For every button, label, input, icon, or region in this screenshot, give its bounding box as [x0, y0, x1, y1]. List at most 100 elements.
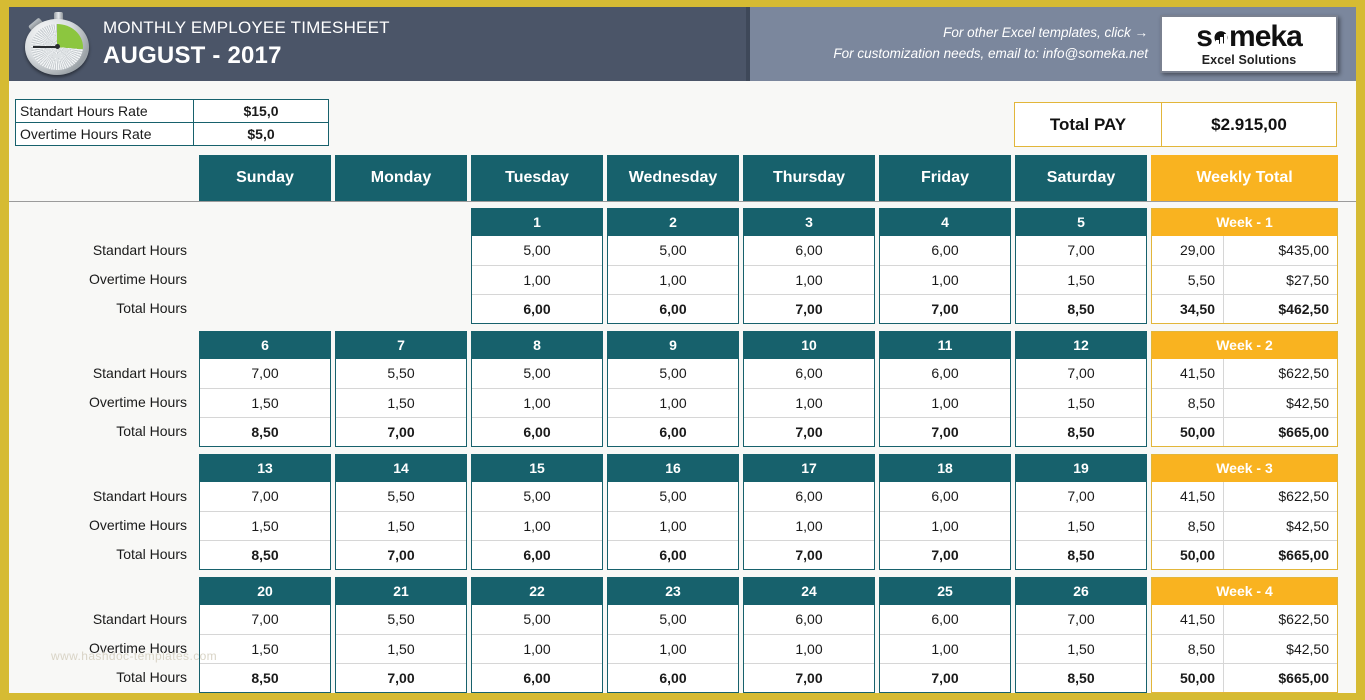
row-label-column: Standart Hours Overtime Hours Total Hours	[9, 577, 199, 693]
header-separator	[9, 201, 1356, 202]
day-column: 8 5,00 1,00 6,00	[471, 331, 607, 454]
total-hours-value: 50,00	[1152, 418, 1224, 446]
overtime-rate-label: Overtime Hours Rate	[16, 123, 194, 145]
overtime-hours-cell[interactable]: 1,00	[744, 511, 874, 540]
standard-hours-cell[interactable]: 5,00	[608, 359, 738, 388]
standard-hours-cell[interactable]: 6,00	[880, 605, 1010, 634]
overtime-hours-cell[interactable]: 1,00	[744, 634, 874, 663]
overtime-hours-cell[interactable]: 1,50	[1016, 265, 1146, 294]
overtime-hours-cell[interactable]: 1,00	[472, 511, 602, 540]
weeks-container: Standart Hours Overtime Hours Total Hours 1…	[9, 208, 1356, 693]
standard-hours-cell[interactable]: 5,00	[608, 236, 738, 265]
standard-hours-cell[interactable]: 6,00	[880, 482, 1010, 511]
someka-logo[interactable]: s●meka Excel Solutions	[1160, 15, 1338, 73]
standard-hours-cell[interactable]: 7,00	[1016, 482, 1146, 511]
day-column: 12 7,00 1,50 8,50	[1015, 331, 1151, 454]
day-column	[335, 208, 471, 331]
total-hours-cell: 8,50	[1016, 417, 1146, 446]
overtime-hours-cell[interactable]: 1,50	[200, 634, 330, 663]
standard-hours-cell[interactable]: 7,00	[200, 482, 330, 511]
overtime-hours-cell[interactable]: 1,00	[472, 388, 602, 417]
overtime-hours-cell[interactable]: 1,00	[880, 511, 1010, 540]
day-cell: 19 7,00 1,50 8,50	[1015, 454, 1147, 570]
overtime-hours-cell[interactable]: 1,00	[608, 388, 738, 417]
overtime-hours-cell[interactable]: 1,50	[1016, 511, 1146, 540]
standard-hours-cell[interactable]: 5,50	[336, 359, 466, 388]
standard-hours-cell[interactable]: 5,00	[472, 605, 602, 634]
overtime-hours-cell[interactable]: 1,00	[472, 265, 602, 294]
day-column: 11 6,00 1,00 7,00	[879, 331, 1015, 454]
day-cell: 23 5,00 1,00 6,00	[607, 577, 739, 693]
total-hours-cell: 7,00	[336, 540, 466, 569]
standard-hours-cell[interactable]: 5,50	[336, 482, 466, 511]
weekday-header-row: Sunday Monday Tuesday Wednesday Thursday…	[9, 151, 1356, 205]
weekday-label: Tuesday	[471, 155, 603, 201]
weekly-total-cell: Week - 2 41,50 $622,50 8,50 $42,50 50,00 $665,…	[1151, 331, 1338, 447]
overtime-hours-cell[interactable]: 1,00	[608, 511, 738, 540]
standard-hours-cell[interactable]: 7,00	[1016, 236, 1146, 265]
overtime-hours-cell[interactable]: 1,00	[608, 265, 738, 294]
overtime-hours-cell[interactable]: 1,50	[336, 634, 466, 663]
standard-hours-cell[interactable]: 5,00	[472, 359, 602, 388]
overtime-hours-cell[interactable]: 1,00	[608, 634, 738, 663]
day-cell: 15 5,00 1,00 6,00	[471, 454, 603, 570]
day-number: 24	[744, 578, 874, 605]
total-pay-box: Total PAY $2.915,00	[1014, 102, 1337, 147]
standard-hours-cell[interactable]: 7,00	[1016, 359, 1146, 388]
weekday-label: Monday	[335, 155, 467, 201]
weekday-header: Sunday Monday Tuesday Wednesday Thursday…	[9, 151, 1356, 205]
standard-hours-value: 41,50	[1152, 605, 1224, 634]
overtime-hours-value: 5,50	[1152, 266, 1224, 294]
overtime-hours-cell[interactable]: 1,50	[200, 388, 330, 417]
overtime-rate-row: Overtime Hours Rate $5,0	[16, 123, 328, 145]
day-column: 15 5,00 1,00 6,00	[471, 454, 607, 577]
overtime-hours-cell[interactable]: 1,50	[1016, 634, 1146, 663]
standard-hours-cell[interactable]: 6,00	[744, 482, 874, 511]
row-label: Standart Hours	[92, 611, 187, 627]
standard-hours-cell[interactable]: 6,00	[744, 605, 874, 634]
day-number: 3	[744, 209, 874, 236]
standard-hours-cell[interactable]: 7,00	[1016, 605, 1146, 634]
day-cell: 6 7,00 1,50 8,50	[199, 331, 331, 447]
weekly-total-col-header: Weekly Total	[1151, 155, 1342, 205]
standard-hours-cell[interactable]: 5,00	[608, 482, 738, 511]
row-label-column: Standart Hours Overtime Hours Total Hours	[9, 331, 199, 454]
overtime-hours-cell[interactable]: 1,50	[1016, 388, 1146, 417]
standard-hours-cell[interactable]: 6,00	[880, 236, 1010, 265]
standard-hours-cell[interactable]: 6,00	[744, 359, 874, 388]
day-number: 5	[1016, 209, 1146, 236]
standard-hours-cell[interactable]: 7,00	[200, 359, 330, 388]
standard-hours-cell[interactable]: 5,00	[608, 605, 738, 634]
day-cell: 12 7,00 1,50 8,50	[1015, 331, 1147, 447]
overtime-hours-cell[interactable]: 1,00	[472, 634, 602, 663]
day-column: 16 5,00 1,00 6,00	[607, 454, 743, 577]
standard-hours-cell[interactable]: 6,00	[744, 236, 874, 265]
overtime-hours-cell[interactable]: 1,00	[744, 388, 874, 417]
day-cell: 17 6,00 1,00 7,00	[743, 454, 875, 570]
rates-box: Standart Hours Rate $15,0 Overtime Hours…	[15, 99, 329, 146]
standard-rate-input[interactable]: $15,0	[194, 100, 328, 122]
standard-hours-cell[interactable]: 6,00	[880, 359, 1010, 388]
day-column: 26 7,00 1,50 8,50	[1015, 577, 1151, 693]
standard-hours-cell[interactable]: 7,00	[200, 605, 330, 634]
overtime-hours-cell[interactable]: 1,00	[880, 265, 1010, 294]
total-hours-cell: 8,50	[1016, 294, 1146, 323]
overtime-hours-cell[interactable]: 1,50	[336, 511, 466, 540]
day-cell: 10 6,00 1,00 7,00	[743, 331, 875, 447]
overtime-hours-cell[interactable]: 1,00	[744, 265, 874, 294]
overtime-rate-input[interactable]: $5,0	[194, 123, 328, 145]
standard-hours-cell[interactable]: 5,50	[336, 605, 466, 634]
weekly-total-row: 41,50 $622,50	[1152, 605, 1337, 634]
weekly-total-column: Week - 2 41,50 $622,50 8,50 $42,50 50,00 $665,…	[1151, 331, 1342, 454]
overtime-hours-cell[interactable]: 1,00	[880, 388, 1010, 417]
overtime-hours-cell[interactable]: 1,50	[336, 388, 466, 417]
day-column: 6 7,00 1,50 8,50	[199, 331, 335, 454]
day-cell: 9 5,00 1,00 6,00	[607, 331, 739, 447]
overtime-hours-cell[interactable]: 1,00	[880, 634, 1010, 663]
someka-wordmark-text: s●meka	[1196, 19, 1303, 53]
overtime-hours-cell[interactable]: 1,50	[200, 511, 330, 540]
week-label: Week - 3	[1152, 455, 1337, 482]
standard-hours-cell[interactable]: 5,00	[472, 236, 602, 265]
total-pay-value: $2.915,00	[1211, 114, 1287, 134]
standard-hours-cell[interactable]: 5,00	[472, 482, 602, 511]
